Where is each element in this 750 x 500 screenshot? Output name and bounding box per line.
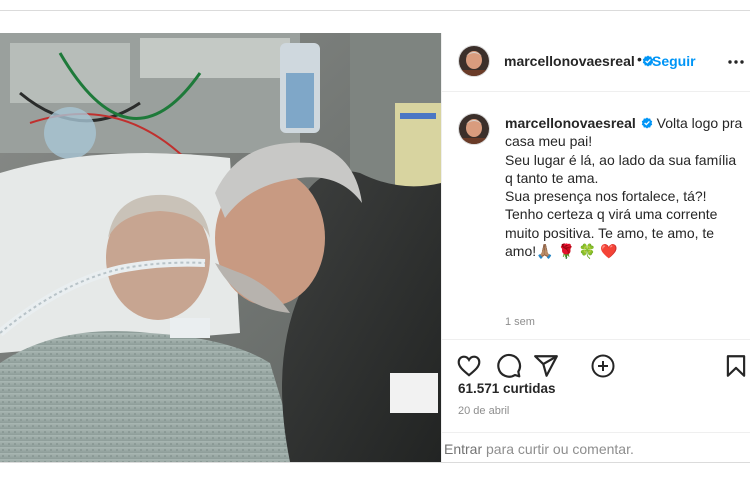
login-prompt: Entrar para curtir ou comentar.	[442, 432, 750, 463]
caption-line-3: Sua presença nos fortalece, tá?!	[505, 188, 707, 205]
instagram-post: marcellonovaesreal • Seguir marcellonova…	[0, 33, 750, 463]
bottom-divider	[0, 462, 750, 463]
header-username[interactable]: marcellonovaesreal	[504, 53, 635, 69]
share-icon[interactable]	[533, 353, 559, 379]
caption-line-4: Tenho certeza q virá uma corrente muito …	[505, 206, 718, 260]
login-link[interactable]: Entrar	[444, 441, 482, 457]
top-divider	[0, 10, 750, 11]
heart-icon[interactable]	[456, 353, 482, 379]
caption-username[interactable]: marcellonovaesreal	[505, 115, 636, 131]
header-separator: •	[637, 51, 642, 67]
comment-icon[interactable]	[496, 353, 522, 379]
caption-text: marcellonovaesreal Volta logo pra casa m…	[505, 114, 745, 260]
post-sidebar: marcellonovaesreal • Seguir marcellonova…	[441, 33, 750, 462]
avatar[interactable]	[458, 45, 490, 77]
follow-button[interactable]: Seguir	[652, 53, 696, 69]
post-date[interactable]: 20 de abril	[458, 405, 509, 417]
bookmark-icon[interactable]	[723, 353, 749, 379]
more-options-icon[interactable]	[726, 54, 746, 70]
post-header: marcellonovaesreal • Seguir	[442, 33, 750, 92]
avatar-image	[459, 46, 489, 76]
verified-badge-icon	[641, 117, 652, 129]
post-time[interactable]: 1 sem	[505, 316, 535, 328]
likes-count[interactable]: 61.571 curtidas	[458, 381, 556, 396]
post-photo[interactable]	[0, 33, 441, 462]
header-username-wrap: marcellonovaesreal	[504, 53, 654, 71]
caption-line-2: Seu lugar é lá, ao lado da sua família q…	[505, 151, 737, 186]
caption-line: marcellonovaesreal Volta logo pra casa m…	[505, 114, 745, 151]
caption-avatar[interactable]	[458, 113, 490, 145]
login-suffix: para curtir ou comentar.	[482, 441, 634, 457]
hospital-photo-illustration	[0, 33, 441, 462]
login-prompt-text: Entrar para curtir ou comentar.	[444, 441, 634, 457]
avatar-image	[459, 114, 489, 144]
